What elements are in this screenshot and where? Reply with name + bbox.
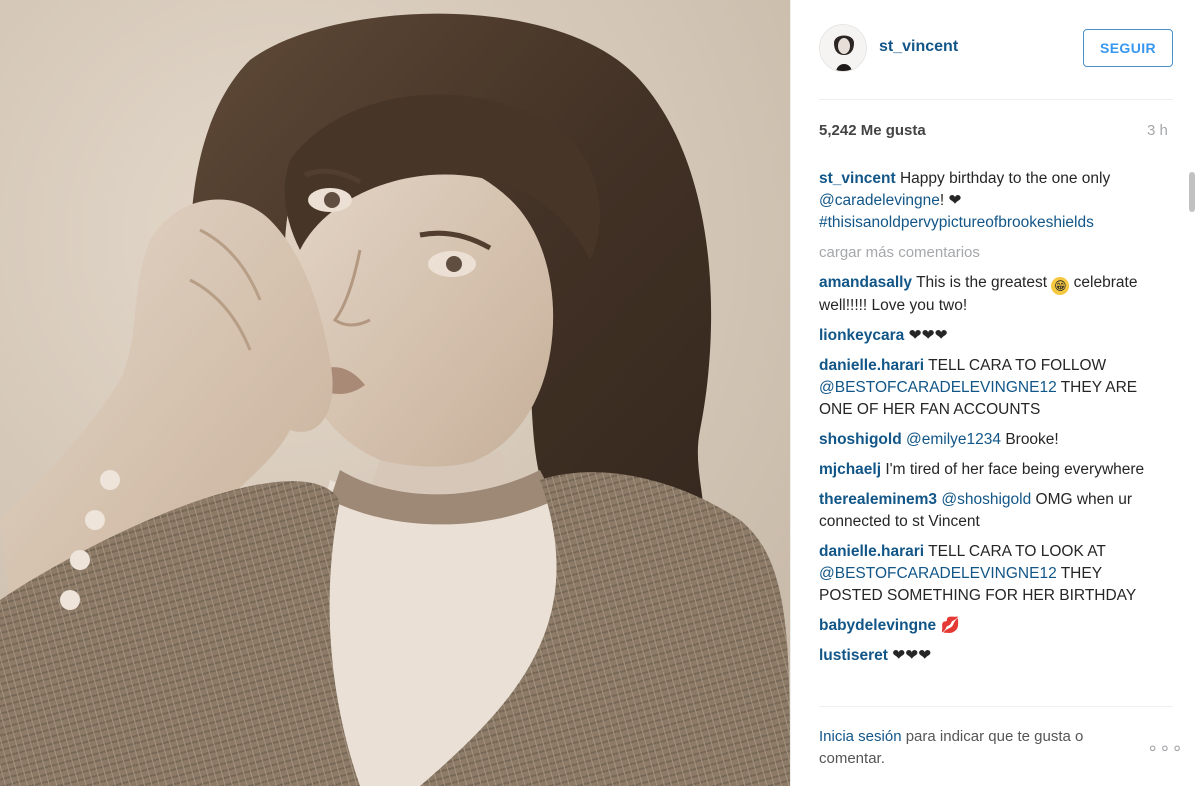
comments-list[interactable]: st_vincent Happy birthday to the one onl… bbox=[819, 168, 1169, 706]
likes-count[interactable]: 5,242 Me gusta bbox=[819, 122, 926, 139]
caption-text-after: ! bbox=[939, 192, 949, 209]
comment-item: amandasally This is the greatest 😁 celeb… bbox=[819, 272, 1169, 317]
follow-button[interactable]: SEGUIR bbox=[1083, 29, 1173, 67]
comment-username[interactable]: shoshigold bbox=[819, 431, 902, 448]
ellipsis-icon[interactable]: ∘∘∘ bbox=[1147, 738, 1184, 759]
comment-mention[interactable]: @shoshigold bbox=[941, 491, 1031, 508]
comment-item: danielle.harari TELL CARA TO LOOK AT @BE… bbox=[819, 541, 1169, 607]
caption: st_vincent Happy birthday to the one onl… bbox=[819, 168, 1169, 234]
caption-text: Happy birthday to the one only bbox=[899, 170, 1111, 187]
footer-divider bbox=[819, 706, 1173, 707]
post-time: 3 h bbox=[1147, 122, 1168, 139]
comment-text-2: Brooke! bbox=[1005, 431, 1059, 448]
grin-emoji: 😁 bbox=[1051, 277, 1070, 295]
comment-mention[interactable]: @emilye1234 bbox=[906, 431, 1001, 448]
comment-username[interactable]: therealeminem3 bbox=[819, 491, 937, 508]
sepia-portrait-image bbox=[0, 0, 790, 786]
comment-username[interactable]: mjchaelj bbox=[819, 461, 881, 478]
comment-item: shoshigold @emilye1234 Brooke! bbox=[819, 429, 1169, 451]
caption-username[interactable]: st_vincent bbox=[819, 170, 896, 187]
avatar[interactable] bbox=[819, 24, 867, 72]
comment-username[interactable]: babydelevingne bbox=[819, 617, 936, 634]
comment-item: mjchaelj I'm tired of her face being eve… bbox=[819, 459, 1169, 481]
comment-text: ❤❤❤ bbox=[892, 647, 932, 664]
comment-item: therealeminem3 @shoshigold OMG when ur c… bbox=[819, 489, 1169, 533]
comment-item: lustiseret ❤❤❤ bbox=[819, 645, 1169, 667]
comment-username[interactable]: danielle.harari bbox=[819, 543, 924, 560]
comment-text: I'm tired of her face being everywhere bbox=[885, 461, 1145, 478]
caption-mention[interactable]: @caradelevingne bbox=[819, 192, 940, 209]
post-photo[interactable] bbox=[0, 0, 790, 786]
comment-mention[interactable]: @BESTOFCARADELEVINGNE12 bbox=[819, 379, 1057, 396]
post-side-panel: st_vincent SEGUIR 5,242 Me gusta 3 h st_… bbox=[790, 0, 1200, 786]
comments-scrollbar[interactable] bbox=[1187, 168, 1197, 706]
comment-item: lionkeycara ❤❤❤ bbox=[819, 325, 1169, 347]
load-more-comments[interactable]: cargar más comentarios bbox=[819, 242, 1169, 264]
instagram-post: st_vincent SEGUIR 5,242 Me gusta 3 h st_… bbox=[0, 0, 1200, 786]
comment-item: babydelevingne 💋 bbox=[819, 615, 1169, 637]
heart-emoji: ❤ bbox=[948, 192, 962, 209]
comment-item: danielle.harari TELL CARA TO FOLLOW @BES… bbox=[819, 355, 1169, 421]
kiss-emoji: 💋 bbox=[940, 617, 960, 634]
caption-hashtag[interactable]: #thisisanoldpervypictureofbrookeshields bbox=[819, 214, 1094, 231]
comment-text: ❤❤❤ bbox=[908, 327, 948, 344]
avatar-image bbox=[820, 25, 866, 71]
comment-text: TELL CARA TO LOOK AT bbox=[928, 543, 1106, 560]
comment-username[interactable]: lustiseret bbox=[819, 647, 888, 664]
comment-username[interactable]: lionkeycara bbox=[819, 327, 904, 344]
comment-text: TELL CARA TO FOLLOW bbox=[928, 357, 1107, 374]
scrollbar-thumb[interactable] bbox=[1189, 172, 1195, 212]
post-header: st_vincent SEGUIR bbox=[791, 0, 1200, 100]
login-link[interactable]: Inicia sesión bbox=[819, 728, 902, 745]
post-author-username[interactable]: st_vincent bbox=[879, 38, 958, 56]
comment-mention[interactable]: @BESTOFCARADELEVINGNE12 bbox=[819, 565, 1057, 582]
comments-fade bbox=[819, 692, 1169, 706]
header-divider bbox=[819, 99, 1173, 100]
comment-text: This is the greatest bbox=[916, 274, 1048, 291]
login-prompt: Inicia sesión para indicar que te gusta … bbox=[819, 726, 1139, 770]
comment-username[interactable]: amandasally bbox=[819, 274, 912, 291]
comment-username[interactable]: danielle.harari bbox=[819, 357, 924, 374]
